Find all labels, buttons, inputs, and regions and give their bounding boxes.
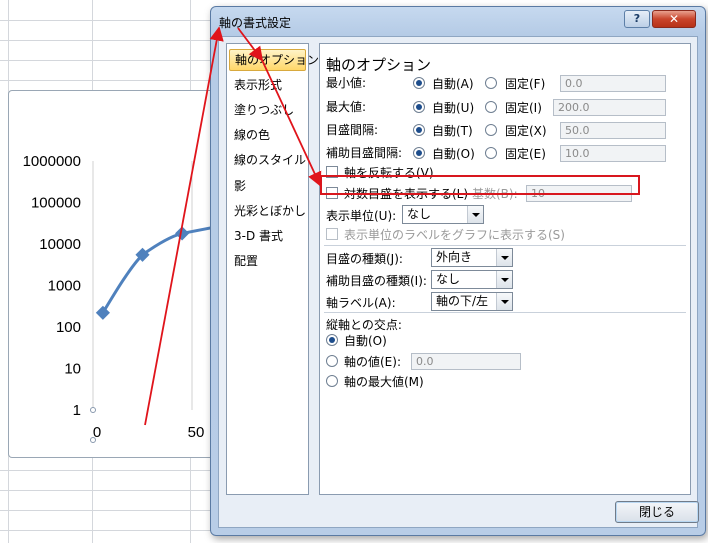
series-line	[101, 223, 224, 314]
min-fixed-label: 固定(F)	[505, 77, 546, 91]
dialog-title: 軸の書式設定	[219, 16, 292, 30]
minor-tick-label: 補助目盛の種類(I):	[326, 274, 427, 288]
min-auto-radio[interactable]	[413, 77, 425, 89]
chevron-down-icon	[496, 293, 512, 310]
y-tick-label: 100000	[31, 195, 81, 212]
category-shadow[interactable]: 影	[229, 175, 306, 197]
highlight-box	[320, 175, 640, 195]
y-tick-label: 1000000	[23, 153, 81, 170]
max-auto-radio[interactable]	[413, 101, 425, 113]
grid-line	[0, 470, 215, 471]
major-tick-value: 外向き	[436, 250, 473, 264]
display-unit-value: なし	[407, 207, 432, 221]
category-number-format[interactable]: 表示形式	[229, 74, 306, 96]
category-list: 軸のオプション 表示形式 塗りつぶし 線の色 線のスタイル 影 光彩とぼかし 3…	[226, 43, 319, 495]
category-glow-soft-edges[interactable]: 光彩とぼかし	[229, 200, 306, 222]
y-tick-label: 10	[64, 361, 81, 378]
category-axis-options[interactable]: 軸のオプション	[229, 49, 319, 71]
minor-tick-select[interactable]: なし	[431, 270, 513, 289]
crosses-value-field[interactable]: 0.0	[411, 353, 521, 370]
divider	[324, 312, 686, 313]
major-unit-label: 目盛間隔:	[326, 123, 379, 137]
min-auto-label: 自動(A)	[432, 77, 474, 91]
grid-line	[0, 40, 215, 41]
y-tick-label: 1000	[48, 278, 81, 295]
major-unit-fixed-radio[interactable]	[485, 124, 497, 136]
major-unit-fixed-label: 固定(X)	[505, 124, 547, 138]
grid-line	[0, 490, 215, 491]
category-3d-format[interactable]: 3-D 書式	[229, 225, 306, 247]
crosses-auto-radio[interactable]	[326, 334, 338, 346]
grid-line	[0, 80, 215, 81]
min-value-field[interactable]: 0.0	[560, 75, 666, 92]
close-button[interactable]: 閉じる	[615, 501, 699, 523]
major-unit-auto-radio[interactable]	[413, 124, 425, 136]
dialog-body: 軸のオプション 表示形式 塗りつぶし 線の色 線のスタイル 影 光彩とぼかし 3…	[218, 36, 699, 528]
display-unit-label: 表示単位(U):	[326, 209, 397, 223]
min-fixed-radio[interactable]	[485, 77, 497, 89]
axis-selection-handle[interactable]	[90, 407, 96, 413]
category-line-color[interactable]: 線の色	[229, 124, 306, 146]
screen: 1000000 100000 10000 1000 100 10 1 0 50 軸の書式設定 ?…	[0, 0, 708, 543]
divider	[324, 245, 686, 246]
max-auto-label: 自動(U)	[432, 101, 475, 115]
crosses-heading: 縦軸との交点:	[326, 318, 402, 332]
minor-unit-auto-label: 自動(O)	[432, 147, 475, 161]
show-unit-label: 表示単位のラベルをグラフに表示する(S)	[344, 228, 565, 242]
chevron-down-icon	[467, 206, 483, 223]
axis-labels-value: 軸の下/左	[436, 294, 489, 308]
show-unit-checkbox[interactable]	[326, 228, 338, 240]
x-tick-label: 50	[188, 424, 205, 441]
window-close-button[interactable]: ✕	[652, 10, 696, 28]
axis-options-panel: 軸のオプション 最小値: 自動(A) 固定(F) 0.0 最大値: 自動(U) …	[319, 43, 691, 495]
y-tick-label: 100	[56, 319, 81, 336]
max-label: 最大値:	[326, 100, 367, 114]
category-line-style[interactable]: 線のスタイル	[229, 149, 306, 171]
axis-labels-label: 軸ラベル(A):	[326, 296, 396, 310]
data-point	[95, 305, 110, 320]
display-unit-select[interactable]: なし	[402, 205, 484, 224]
log-scale-line-chart: 10000001000001000010001001010 50	[23, 153, 224, 443]
crosses-value-radio[interactable]	[326, 355, 338, 367]
minor-unit-field[interactable]: 10.0	[560, 145, 666, 162]
crosses-max-label: 軸の最大値(M)	[344, 375, 424, 389]
grid-line	[0, 510, 215, 511]
axis-selection-handle[interactable]	[90, 437, 96, 443]
grid-line	[0, 530, 215, 531]
minor-tick-value: なし	[436, 272, 461, 286]
minor-unit-fixed-radio[interactable]	[485, 147, 497, 159]
grid-line	[0, 60, 215, 61]
category-fill[interactable]: 塗りつぶし	[229, 99, 306, 121]
crosses-auto-label: 自動(O)	[344, 334, 387, 348]
minor-unit-fixed-label: 固定(E)	[505, 147, 546, 161]
format-axis-dialog: 軸の書式設定 ? ✕ 軸のオプション 表示形式 塗りつぶし 線の色 線のスタイル…	[210, 6, 706, 536]
major-unit-field[interactable]: 50.0	[560, 122, 666, 139]
axis-labels-select[interactable]: 軸の下/左	[431, 292, 513, 311]
crosses-max-radio[interactable]	[326, 375, 338, 387]
chevron-down-icon	[496, 271, 512, 288]
help-button[interactable]: ?	[624, 10, 650, 28]
max-fixed-label: 固定(I)	[505, 101, 542, 115]
grid-line	[0, 20, 215, 21]
major-unit-auto-label: 自動(T)	[432, 124, 473, 138]
minor-unit-label: 補助目盛間隔:	[326, 146, 403, 160]
min-label: 最小値:	[326, 76, 367, 90]
y-tick-label: 1	[73, 402, 81, 419]
major-tick-select[interactable]: 外向き	[431, 248, 513, 267]
max-value-field[interactable]: 200.0	[553, 99, 666, 116]
crosses-value-label: 軸の値(E):	[344, 355, 401, 369]
chart-area[interactable]: 1000000 100000 10000 1000 100 10 1 0 50	[8, 90, 224, 458]
minor-unit-auto-radio[interactable]	[413, 147, 425, 159]
max-fixed-radio[interactable]	[485, 101, 497, 113]
major-tick-label: 目盛の種類(J):	[326, 252, 403, 266]
options-heading: 軸のオプション	[326, 56, 432, 74]
category-alignment[interactable]: 配置	[229, 250, 306, 272]
data-point	[175, 226, 190, 241]
y-tick-label: 10000	[39, 236, 81, 253]
chevron-down-icon	[496, 249, 512, 266]
